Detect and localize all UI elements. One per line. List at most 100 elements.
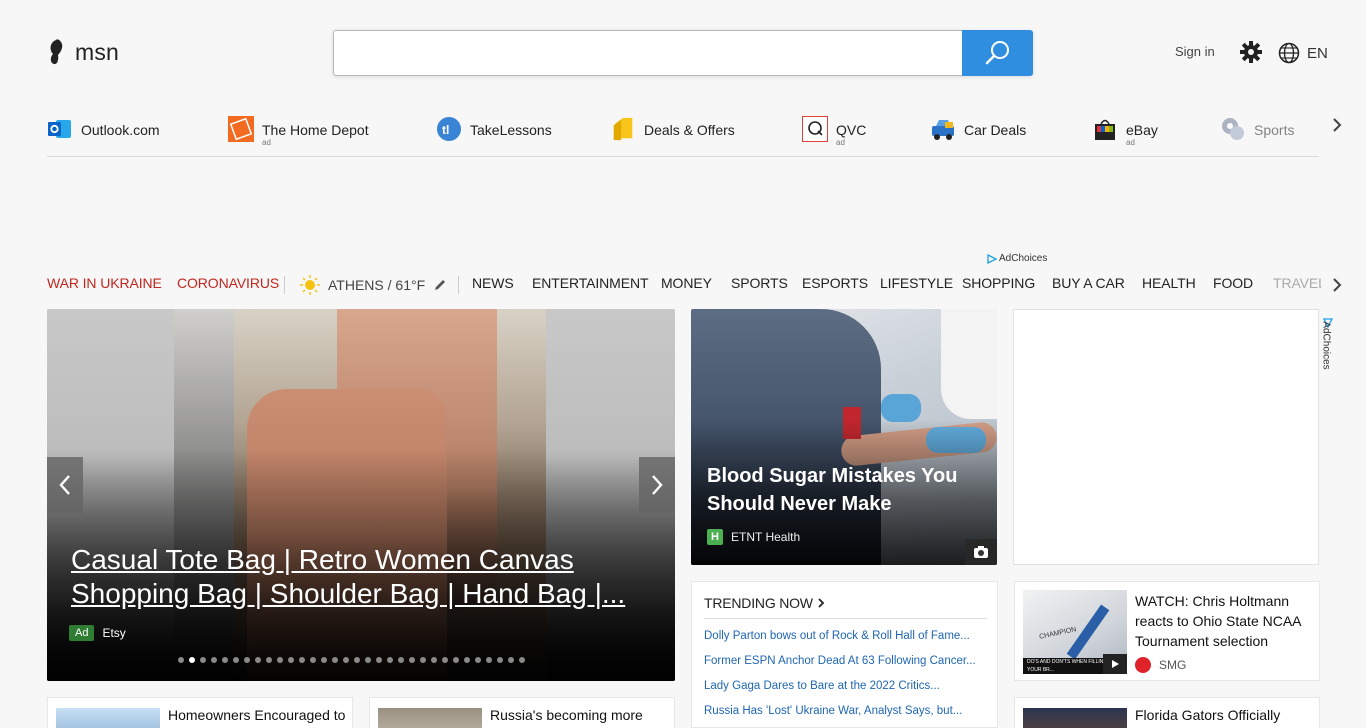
carousel-dot[interactable] <box>310 657 316 663</box>
article-title[interactable]: Florida Gators Officially <box>1135 707 1280 723</box>
adchoices-side-link[interactable]: AdChoices <box>1320 318 1336 378</box>
quicklink-label: Sports <box>1254 122 1295 138</box>
carousel-dot[interactable] <box>420 657 426 663</box>
weather-widget[interactable]: ATHENS / 61°F <box>300 275 447 295</box>
nav-esports[interactable]: ESPORTS <box>802 275 868 291</box>
article-card-florida-gators[interactable]: Florida Gators Officially <box>1014 697 1320 728</box>
quicklink-label: TakeLessons <box>470 122 552 138</box>
carousel-dot[interactable] <box>376 657 382 663</box>
quicklink-label: QVC <box>836 122 867 138</box>
carousel-dot[interactable] <box>200 657 206 663</box>
nav-health[interactable]: HEALTH <box>1142 275 1196 291</box>
quicklink-label: Outlook.com <box>81 122 160 138</box>
article-title[interactable]: Russia's becoming more <box>490 707 643 723</box>
carousel-dot[interactable] <box>288 657 294 663</box>
quicklink-ebay[interactable]: eBay ad <box>1092 116 1158 147</box>
video-card-holtmann[interactable]: CHAMPION DO'S AND DON'TS WHEN FILLING OU… <box>1014 581 1320 681</box>
carousel-next-button[interactable] <box>639 457 675 513</box>
adchoices-link[interactable]: AdChoices <box>987 253 1047 264</box>
carousel-dot[interactable] <box>365 657 371 663</box>
nav-lifestyle[interactable]: LIFESTYLE <box>880 275 953 291</box>
carousel-dot[interactable] <box>233 657 239 663</box>
carousel-dot[interactable] <box>321 657 327 663</box>
thumbnail-word: CHAMPION <box>1038 626 1078 641</box>
article-title[interactable]: Homeowners Encouraged to <box>168 707 345 723</box>
quicklink-qvc[interactable]: QVC ad <box>802 116 866 147</box>
nav-next-button[interactable] <box>1331 277 1343 298</box>
pencil-icon[interactable] <box>433 278 447 292</box>
carousel-dot[interactable] <box>277 657 283 663</box>
carousel-dot[interactable] <box>409 657 415 663</box>
nav-sports[interactable]: SPORTS <box>731 275 788 291</box>
svg-text:tl: tl <box>442 123 449 137</box>
trending-item[interactable]: Lady Gaga Dares to Bare at the 2022 Crit… <box>704 680 940 692</box>
nav-war-in-ukraine[interactable]: WAR IN UKRAINE <box>47 275 162 291</box>
carousel-dot[interactable] <box>255 657 261 663</box>
nav-travel[interactable]: TRAVEL <box>1273 275 1321 291</box>
trending-panel: TRENDING NOW Dolly Parton bows out of Ro… <box>691 581 998 728</box>
carousel-dot[interactable] <box>475 657 481 663</box>
quicklink-outlook[interactable]: Outlook.com <box>47 116 160 142</box>
nav-news[interactable]: NEWS <box>472 275 514 291</box>
carousel-dot[interactable] <box>387 657 393 663</box>
quicklink-sports[interactable]: Sports <box>1220 116 1294 142</box>
carousel-dot[interactable] <box>244 657 250 663</box>
trending-heading[interactable]: TRENDING NOW <box>704 595 825 611</box>
search-box[interactable] <box>333 30 1033 76</box>
quicklink-takelessons[interactable]: tl TakeLessons <box>436 116 552 142</box>
nav-food[interactable]: FOOD <box>1213 275 1253 291</box>
quicklink-deals[interactable]: Deals & Offers <box>610 116 735 142</box>
quicklink-car-deals[interactable]: Car Deals <box>930 116 1026 142</box>
carousel-dot[interactable] <box>431 657 437 663</box>
ad-slot[interactable] <box>1013 309 1319 565</box>
signin-link[interactable]: Sign in <box>1175 44 1215 59</box>
search-input[interactable] <box>334 31 962 75</box>
carousel-dot[interactable] <box>343 657 349 663</box>
article-card-russia[interactable]: Russia's becoming more <box>369 697 675 728</box>
carousel-dot[interactable] <box>299 657 305 663</box>
card-image-glove <box>881 394 921 422</box>
quicklinks-next-button[interactable] <box>1331 117 1343 138</box>
carousel-dot[interactable] <box>497 657 503 663</box>
carousel-dot[interactable] <box>189 657 195 663</box>
hero-title[interactable]: Casual Tote Bag | Retro Women Canvas Sho… <box>71 543 651 611</box>
article-title[interactable]: Blood Sugar Mistakes You Should Never Ma… <box>707 462 977 518</box>
carousel-prev-button[interactable] <box>47 457 83 513</box>
article-card-blood-sugar[interactable]: Blood Sugar Mistakes You Should Never Ma… <box>691 309 997 565</box>
nav-money[interactable]: MONEY <box>661 275 712 291</box>
weather-text: ATHENS / 61°F <box>328 277 426 293</box>
carousel-dot[interactable] <box>332 657 338 663</box>
nav-entertainment[interactable]: ENTERTAINMENT <box>532 275 649 291</box>
carousel-dot[interactable] <box>354 657 360 663</box>
trending-item[interactable]: Russia Has 'Lost' Ukraine War, Analyst S… <box>704 705 962 717</box>
quicklinks-bar: Outlook.com The Home Depot ad tl TakeLess… <box>47 112 1342 157</box>
carousel-dot[interactable] <box>398 657 404 663</box>
ebay-icon <box>1092 116 1118 142</box>
chevron-right-icon <box>817 598 824 608</box>
nav-shopping[interactable]: SHOPPING <box>962 275 1035 291</box>
chevron-right-icon <box>652 475 663 495</box>
nav-buy-a-car[interactable]: BUY A CAR <box>1052 275 1125 291</box>
carousel-dot[interactable] <box>442 657 448 663</box>
msn-logo[interactable]: msn <box>47 38 119 66</box>
carousel-dot[interactable] <box>486 657 492 663</box>
language-selector[interactable]: EN <box>1278 42 1328 64</box>
adchoices-label: AdChoices <box>999 253 1048 264</box>
carousel-dot[interactable] <box>211 657 217 663</box>
quicklink-home-depot[interactable]: The Home Depot ad <box>228 116 369 147</box>
video-title[interactable]: WATCH: Chris Holtmann reacts to Ohio Sta… <box>1135 591 1315 651</box>
search-button[interactable] <box>962 30 1033 76</box>
carousel-dot[interactable] <box>222 657 228 663</box>
carousel-dot[interactable] <box>178 657 184 663</box>
trending-item[interactable]: Former ESPN Anchor Dead At 63 Following … <box>704 655 976 667</box>
settings-button[interactable] <box>1240 41 1262 63</box>
carousel-dot[interactable] <box>508 657 514 663</box>
carousel-dot[interactable] <box>453 657 459 663</box>
article-card-homeowners[interactable]: Homeowners Encouraged to <box>47 697 353 728</box>
carousel-dot[interactable] <box>519 657 525 663</box>
nav-coronavirus[interactable]: CORONAVIRUS <box>177 275 279 291</box>
hero-carousel[interactable]: Casual Tote Bag | Retro Women Canvas Sho… <box>47 309 675 681</box>
carousel-dot[interactable] <box>464 657 470 663</box>
trending-item[interactable]: Dolly Parton bows out of Rock & Roll Hal… <box>704 630 970 642</box>
carousel-dot[interactable] <box>266 657 272 663</box>
